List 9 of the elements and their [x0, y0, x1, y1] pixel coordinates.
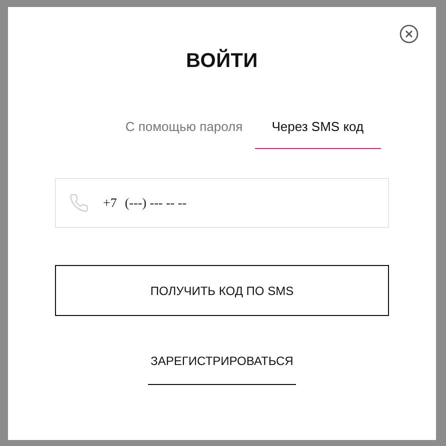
- country-code: +7: [103, 195, 117, 211]
- login-method-tab[interactable]: С помощью пароля: [113, 115, 255, 149]
- close-button[interactable]: [399, 24, 419, 44]
- register-link[interactable]: ЗАРЕГИСТРИРОВАТЬСЯ: [148, 354, 296, 385]
- dialog-title: ВОЙТИ: [186, 50, 258, 73]
- login-method-tab[interactable]: Через SMS код: [254, 115, 381, 149]
- get-sms-code-button[interactable]: ПОЛУЧИТЬ КОД ПО SMS: [55, 265, 389, 316]
- phone-field[interactable]: +7 (---) --- -- --: [55, 178, 389, 228]
- phone-icon: [69, 193, 89, 213]
